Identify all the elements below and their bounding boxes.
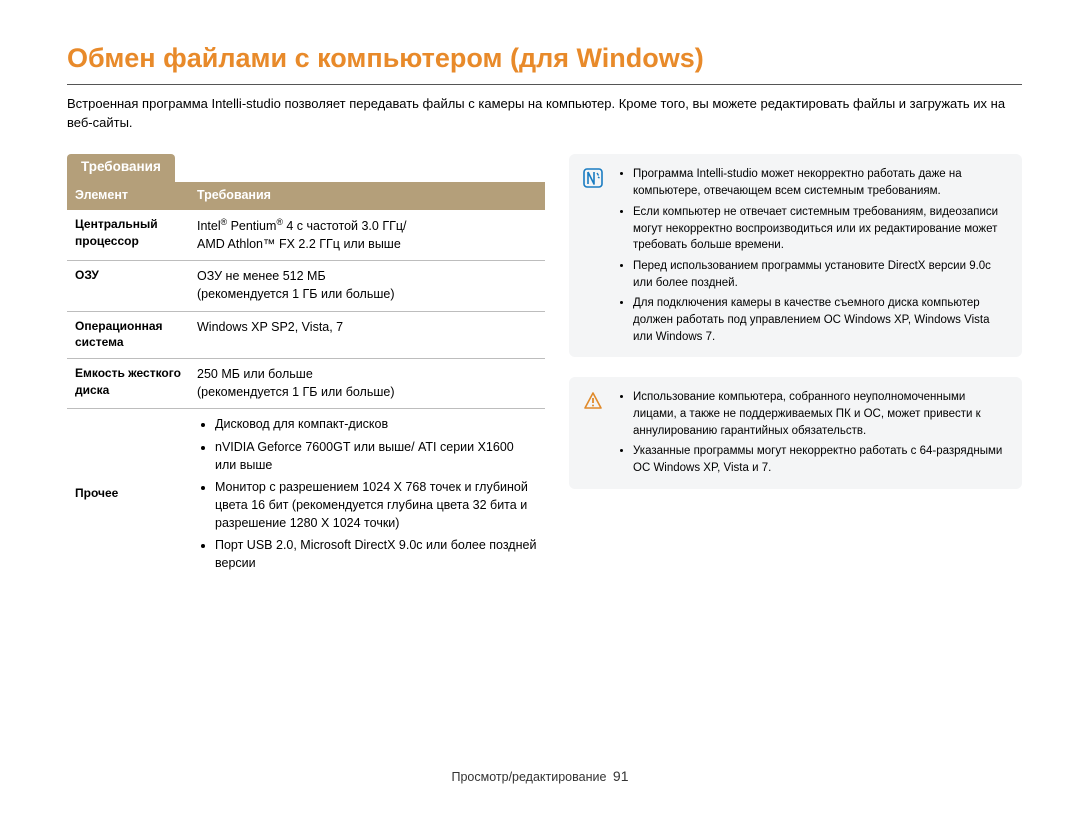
info-icon bbox=[583, 166, 603, 194]
intro-text: Встроенная программа Intelli-studio позв… bbox=[67, 95, 1022, 133]
footer-section: Просмотр/редактирование bbox=[451, 770, 606, 784]
cell-value-os: Windows XP SP2, Vista, 7 bbox=[189, 311, 545, 359]
table-head-item: Элемент bbox=[67, 182, 189, 210]
cell-label-os: Операционная система bbox=[67, 311, 189, 359]
section-heading: Требования bbox=[67, 154, 175, 182]
table-row: Прочее Дисковод для компакт-дисков nVIDI… bbox=[67, 409, 545, 580]
page-number: 91 bbox=[613, 768, 629, 784]
list-item: Порт USB 2.0, Microsoft DirectX 9.0c или… bbox=[215, 536, 537, 572]
title-divider bbox=[67, 84, 1022, 85]
table-row: ОЗУ ОЗУ не менее 512 МБ (рекомендуется 1… bbox=[67, 261, 545, 311]
cell-label-cpu: Центральный процессор bbox=[67, 210, 189, 261]
list-item: Дисковод для компакт-дисков bbox=[215, 415, 537, 433]
cell-value-cpu: Intel® Pentium® 4 с частотой 3.0 ГГц/ AM… bbox=[189, 210, 545, 261]
info-note-box: Программа Intelli-studio может некоррект… bbox=[569, 154, 1022, 357]
list-item: nVIDIA Geforce 7600GT или выше/ ATI сери… bbox=[215, 438, 537, 474]
cell-value-hdd: 250 МБ или больше (рекомендуется 1 ГБ ил… bbox=[189, 359, 545, 409]
list-item: Использование компьютера, собранного неу… bbox=[633, 389, 1006, 439]
table-row: Центральный процессор Intel® Pentium® 4 … bbox=[67, 210, 545, 261]
cell-value-other: Дисковод для компакт-дисков nVIDIA Gefor… bbox=[189, 409, 545, 580]
cell-value-ram: ОЗУ не менее 512 МБ (рекомендуется 1 ГБ … bbox=[189, 261, 545, 311]
list-item: Указанные программы могут некорректно ра… bbox=[633, 443, 1006, 476]
warning-icon bbox=[583, 389, 603, 417]
page-title: Обмен файлами с компьютером (для Windows… bbox=[67, 40, 1022, 78]
table-row: Емкость жесткого диска 250 МБ или больше… bbox=[67, 359, 545, 409]
page-footer: Просмотр/редактирование 91 bbox=[0, 767, 1080, 787]
warning-note-box: Использование компьютера, собранного неу… bbox=[569, 377, 1022, 488]
list-item: Монитор с разрешением 1024 X 768 точек и… bbox=[215, 478, 537, 532]
cell-label-ram: ОЗУ bbox=[67, 261, 189, 311]
list-item: Программа Intelli-studio может некоррект… bbox=[633, 166, 1006, 199]
table-head-req: Требования bbox=[189, 182, 545, 210]
cell-label-hdd: Емкость жесткого диска bbox=[67, 359, 189, 409]
list-item: Перед использованием программы установит… bbox=[633, 258, 1006, 291]
list-item: Если компьютер не отвечает системным тре… bbox=[633, 204, 1006, 254]
list-item: Для подключения камеры в качестве съемно… bbox=[633, 295, 1006, 345]
requirements-table: Элемент Требования Центральный процессор… bbox=[67, 182, 545, 579]
table-row: Операционная система Windows XP SP2, Vis… bbox=[67, 311, 545, 359]
cell-label-other: Прочее bbox=[67, 409, 189, 580]
